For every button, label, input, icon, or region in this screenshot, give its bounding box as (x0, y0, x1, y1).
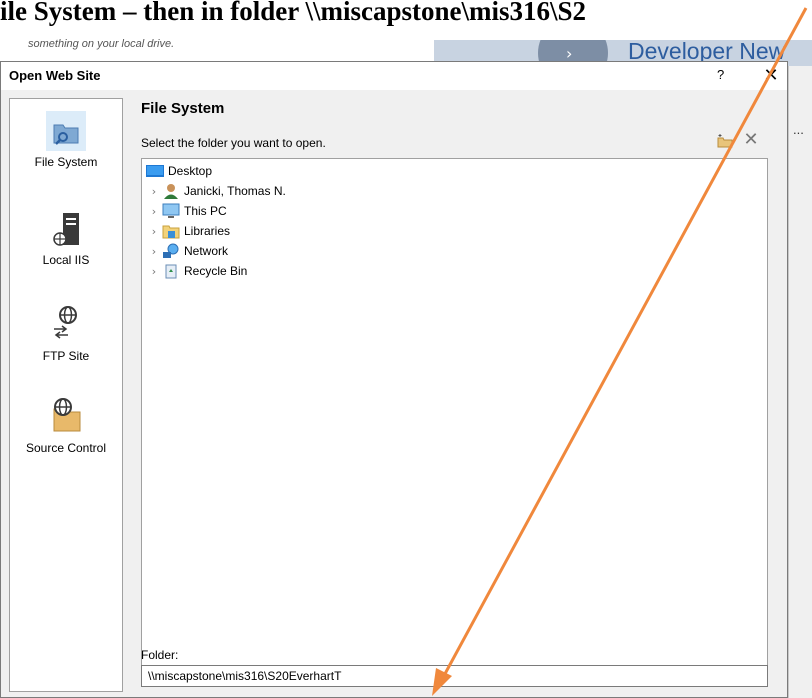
computer-icon (162, 203, 180, 218)
document-heading: ile System – then in folder \\miscapston… (0, 0, 587, 26)
dialog-titlebar: Open Web Site ? ✕ (1, 62, 787, 90)
nav-label-source-control: Source Control (25, 441, 107, 455)
dialog-title: Open Web Site (9, 68, 101, 83)
recycle-bin-icon (165, 264, 177, 279)
desktop-icon (146, 165, 164, 177)
ftp-site-icon (54, 306, 77, 339)
panel-title: File System (141, 100, 225, 117)
background-hint-text: something on your local drive. (28, 38, 175, 50)
nav-item-local-iis[interactable]: Local IIS (10, 209, 122, 267)
open-web-site-dialog: Open Web Site ? ✕ File System Local IIS … (0, 61, 788, 698)
expand-chevron-icon[interactable]: › (146, 205, 162, 218)
local-iis-icon (53, 213, 79, 246)
network-icon (163, 243, 179, 258)
tree-item-recycle-bin[interactable]: › Recycle Bin (146, 261, 247, 281)
tree-item-user[interactable]: › Janicki, Thomas N. (146, 181, 286, 201)
nav-item-ftp-site[interactable]: FTP Site (10, 299, 122, 363)
nav-item-file-system[interactable]: File System (10, 111, 122, 169)
expand-chevron-icon[interactable]: › (146, 185, 162, 198)
nav-label-file-system: File System (34, 155, 98, 169)
nav-label-local-iis: Local IIS (42, 253, 90, 267)
expand-chevron-icon[interactable]: › (146, 225, 162, 238)
close-button[interactable]: ✕ (759, 63, 783, 87)
expand-chevron-icon[interactable]: › (146, 265, 162, 278)
libraries-icon (162, 225, 180, 239)
expand-chevron-icon[interactable]: › (146, 245, 162, 258)
delete-icon[interactable]: ✕ (742, 130, 760, 148)
new-folder-icon[interactable] (717, 133, 733, 149)
tree-label: Desktop (168, 164, 213, 178)
source-control-icon (53, 398, 81, 432)
nav-item-source-control[interactable]: Source Control (10, 393, 122, 455)
tree-item-desktop[interactable]: Desktop (146, 161, 212, 181)
help-button[interactable]: ? (717, 67, 724, 82)
tree-label: Janicki, Thomas N. (184, 184, 286, 198)
tree-label: This PC (184, 204, 227, 218)
panel-description: Select the folder you want to open. (141, 136, 326, 150)
tree-label: Libraries (184, 224, 231, 238)
background-side-panel: ... (788, 66, 812, 698)
nav-label-ftp-site: FTP Site (42, 349, 90, 363)
folder-label: Folder: (141, 648, 179, 662)
tree-item-libraries[interactable]: › Libraries (146, 221, 230, 241)
user-icon (164, 184, 178, 199)
tree-label: Network (184, 244, 229, 258)
ellipsis-text: ... (793, 122, 804, 137)
location-nav: File System Local IIS FTP Site Source Co… (9, 98, 123, 692)
tree-item-this-pc[interactable]: › This PC (146, 201, 227, 221)
folder-input[interactable] (141, 665, 768, 687)
file-system-icon (46, 111, 86, 151)
tree-label: Recycle Bin (184, 264, 248, 278)
folder-tree[interactable]: Desktop › Janicki, Thomas N. › This PC › (141, 158, 768, 682)
tree-item-network[interactable]: › Network (146, 241, 228, 261)
